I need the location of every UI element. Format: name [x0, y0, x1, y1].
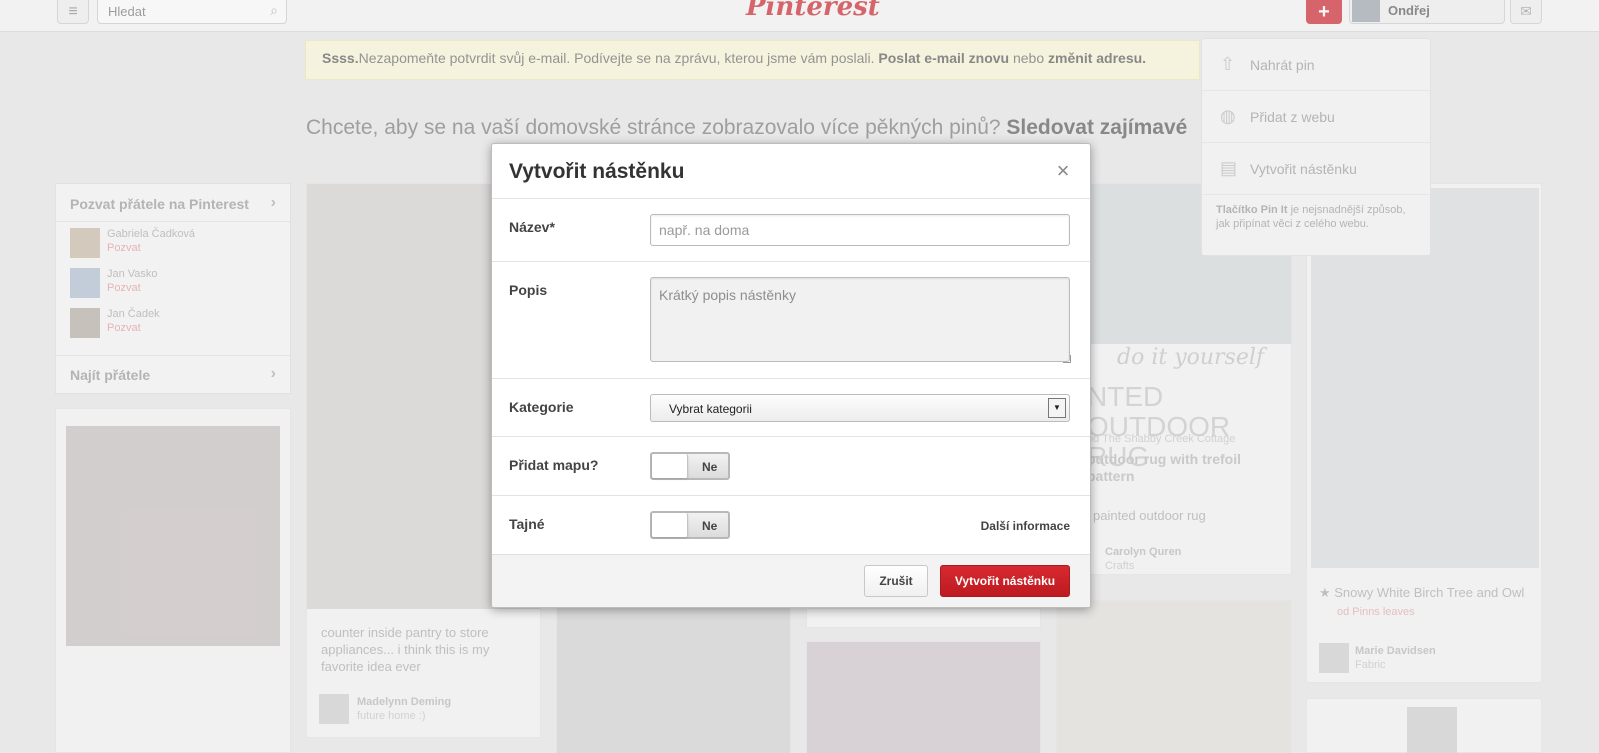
category-row: Kategorie Vybrat kategorii ▼	[492, 379, 1090, 437]
cancel-button[interactable]: Zrušit	[864, 565, 928, 597]
dialog-title: Vytvořit nástěnku	[509, 160, 685, 183]
toggle-knob	[652, 513, 688, 537]
more-info-link[interactable]: Další informace	[981, 519, 1070, 533]
create-board-dialog: Vytvořit nástěnku × Název* Popis Kategor…	[491, 143, 1091, 608]
name-label: Název*	[509, 219, 555, 235]
name-row: Název*	[492, 199, 1090, 262]
close-icon[interactable]: ×	[1053, 160, 1073, 182]
add-map-label: Přidat mapu?	[509, 457, 599, 473]
toggle-knob	[652, 454, 688, 478]
create-board-button[interactable]: Vytvořit nástěnku	[940, 565, 1070, 597]
resize-handle-icon[interactable]	[1063, 355, 1071, 363]
secret-row: Tajné Ne Další informace	[492, 496, 1090, 555]
category-select-value: Vybrat kategorii	[669, 402, 752, 416]
add-map-state: Ne	[702, 460, 718, 474]
map-row: Přidat mapu? Ne	[492, 437, 1090, 496]
category-label: Kategorie	[509, 399, 574, 415]
description-row: Popis	[492, 262, 1090, 379]
secret-toggle[interactable]: Ne	[650, 511, 730, 539]
chevron-down-icon[interactable]: ▼	[1048, 398, 1066, 418]
dialog-header: Vytvořit nástěnku ×	[492, 144, 1090, 199]
description-label: Popis	[509, 282, 548, 298]
board-name-input[interactable]	[650, 214, 1070, 246]
secret-state: Ne	[702, 519, 718, 533]
board-description-input[interactable]	[650, 277, 1070, 362]
dialog-footer: Zrušit Vytvořit nástěnku	[492, 554, 1090, 607]
add-map-toggle[interactable]: Ne	[650, 452, 730, 480]
category-select[interactable]: Vybrat kategorii ▼	[650, 394, 1070, 422]
secret-label: Tajné	[509, 516, 545, 532]
